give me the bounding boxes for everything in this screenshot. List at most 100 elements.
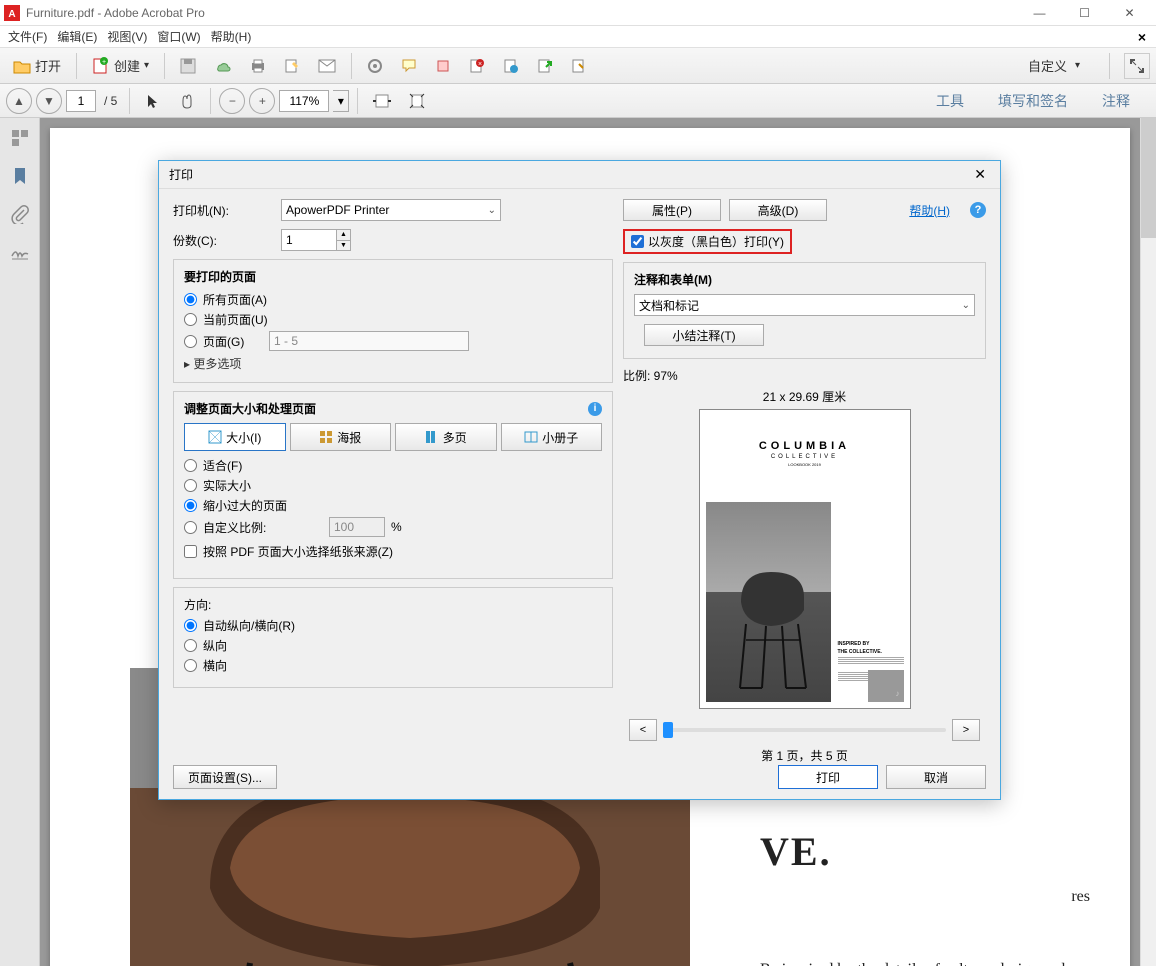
- page-setup-button[interactable]: 页面设置(S)...: [173, 765, 277, 789]
- more-options-toggle[interactable]: ▸ 更多选项: [184, 355, 602, 372]
- close-doc-icon-button[interactable]: ×: [462, 52, 492, 80]
- bookmark-icon[interactable]: [10, 166, 30, 186]
- tab-booklet[interactable]: 小册子: [501, 423, 603, 451]
- preview-slider[interactable]: [663, 728, 946, 732]
- custom-scale-radio[interactable]: 自定义比例: %: [184, 517, 602, 537]
- create-button[interactable]: + 创建 ▾: [85, 52, 156, 80]
- open-button[interactable]: 打开: [6, 52, 68, 80]
- comments-forms-select[interactable]: 文档和标记 ⌄: [634, 294, 975, 316]
- slider-thumb[interactable]: [663, 722, 673, 738]
- select-tool-button[interactable]: [138, 87, 168, 115]
- document-close-button[interactable]: ×: [1132, 29, 1152, 45]
- menu-help[interactable]: 帮助(H): [207, 26, 256, 47]
- gear-icon-button[interactable]: [360, 52, 390, 80]
- minimize-button[interactable]: —: [1017, 0, 1062, 26]
- paper-source-checkbox[interactable]: 按照 PDF 页面大小选择纸张来源(Z): [184, 543, 602, 560]
- scrollbar-thumb[interactable]: [1141, 118, 1156, 238]
- customize-button[interactable]: 自定义 ▾: [1005, 52, 1103, 80]
- fill-sign-link[interactable]: 填写和签名: [992, 87, 1074, 115]
- vertical-scrollbar[interactable]: [1140, 118, 1156, 966]
- print-icon-button[interactable]: [243, 52, 273, 80]
- save-icon-button[interactable]: [173, 52, 203, 80]
- thumbnails-icon[interactable]: [10, 128, 30, 148]
- current-page-radio[interactable]: 当前页面(U): [184, 311, 602, 328]
- print-button[interactable]: 打印: [778, 765, 878, 789]
- orientation-group: 方向: 自动纵向/横向(R) 纵向 横向: [173, 587, 613, 688]
- orient-landscape-radio[interactable]: 横向: [184, 657, 602, 674]
- menu-edit[interactable]: 编辑(E): [53, 26, 101, 47]
- window-controls: — ☐ ✕: [1017, 0, 1152, 26]
- dialog-close-button[interactable]: ✕: [970, 166, 990, 183]
- comments-group-label: 注释和表单(M): [634, 271, 975, 288]
- zoom-dropdown-button[interactable]: ▾: [333, 90, 349, 112]
- zoom-in-button[interactable]: +: [249, 88, 275, 114]
- copies-input[interactable]: [281, 229, 337, 251]
- menu-file[interactable]: 文件(F): [4, 26, 51, 47]
- tab-size[interactable]: 大小(I): [184, 423, 286, 451]
- email-icon: [318, 59, 336, 73]
- info-icon[interactable]: i: [588, 402, 602, 416]
- tab-multi[interactable]: 多页: [395, 423, 497, 451]
- customize-label: 自定义: [1028, 56, 1067, 75]
- page-number-input[interactable]: [66, 90, 96, 112]
- acrobat-icon: A: [4, 5, 20, 21]
- preview-lookbook: LOOKBOOK 2019: [706, 462, 904, 467]
- pages-range-input[interactable]: [269, 331, 469, 351]
- orient-auto-radio[interactable]: 自动纵向/横向(R): [184, 617, 602, 634]
- preview-nav: < >: [623, 719, 986, 741]
- edit-icon-button[interactable]: [277, 52, 307, 80]
- fit-radio[interactable]: 适合(F): [184, 457, 602, 474]
- zoom-out-button[interactable]: −: [219, 88, 245, 114]
- preview-chair-icon: [726, 562, 816, 692]
- navbar: ▲ ▼ / 5 − + ▾ 工具 填写和签名 注释: [0, 84, 1156, 118]
- summarize-comments-button[interactable]: 小结注释(T): [644, 324, 764, 346]
- grayscale-checkbox[interactable]: 以灰度（黑白色）打印(Y): [623, 229, 792, 254]
- attachment-icon[interactable]: [10, 204, 30, 224]
- signature-icon[interactable]: [10, 242, 30, 262]
- pages-group-label: 要打印的页面: [184, 268, 602, 285]
- hand-icon: [179, 93, 195, 109]
- tools-panel-link[interactable]: 工具: [930, 87, 970, 115]
- orient-portrait-radio[interactable]: 纵向: [184, 637, 602, 654]
- shrink-radio[interactable]: 缩小过大的页面: [184, 497, 602, 514]
- email-icon-button[interactable]: [311, 52, 343, 80]
- tool-icon-button[interactable]: [564, 52, 594, 80]
- export-icon-button[interactable]: [530, 52, 560, 80]
- cloud-icon-button[interactable]: [207, 52, 239, 80]
- page-down-button[interactable]: ▼: [36, 88, 62, 114]
- actual-size-radio[interactable]: 实际大小: [184, 477, 602, 494]
- cancel-button[interactable]: 取消: [886, 765, 986, 789]
- comment-panel-link[interactable]: 注释: [1096, 87, 1136, 115]
- preview-next-button[interactable]: >: [952, 719, 980, 741]
- svg-text:×: ×: [478, 61, 482, 68]
- save-icon: [180, 58, 196, 74]
- zoom-input[interactable]: [279, 90, 329, 112]
- help-link[interactable]: 帮助(H): [909, 202, 950, 219]
- scale-input[interactable]: [329, 517, 385, 537]
- tab-poster[interactable]: 海报: [290, 423, 392, 451]
- fit-width-button[interactable]: [366, 87, 398, 115]
- maximize-button[interactable]: ☐: [1062, 0, 1107, 26]
- printer-label: 打印机(N):: [173, 202, 281, 219]
- doc-action-icon-button[interactable]: [496, 52, 526, 80]
- help-icon[interactable]: ?: [970, 202, 986, 218]
- copies-spinner[interactable]: ▲▼: [337, 229, 351, 251]
- all-pages-radio[interactable]: 所有页面(A): [184, 291, 602, 308]
- fit-page-button[interactable]: [402, 87, 432, 115]
- menu-view[interactable]: 视图(V): [103, 26, 151, 47]
- fit-width-icon: [373, 93, 391, 109]
- size-tab-icon: [208, 430, 222, 444]
- comment-icon-button[interactable]: [394, 52, 424, 80]
- preview-prev-button[interactable]: <: [629, 719, 657, 741]
- properties-button[interactable]: 属性(P): [623, 199, 721, 221]
- size-handling-group: 调整页面大小和处理页面i 大小(I) 海报 多页 小册子 适合(F) 实际大小 …: [173, 391, 613, 579]
- menu-window[interactable]: 窗口(W): [153, 26, 204, 47]
- pages-range-radio[interactable]: 页面(G): [184, 331, 602, 351]
- close-button[interactable]: ✕: [1107, 0, 1152, 26]
- stamp-icon-button[interactable]: [428, 52, 458, 80]
- page-up-button[interactable]: ▲: [6, 88, 32, 114]
- advanced-button[interactable]: 高级(D): [729, 199, 827, 221]
- printer-select[interactable]: ApowerPDF Printer ⌄: [281, 199, 501, 221]
- hand-tool-button[interactable]: [172, 87, 202, 115]
- toolbar-maximize-button[interactable]: [1124, 53, 1150, 79]
